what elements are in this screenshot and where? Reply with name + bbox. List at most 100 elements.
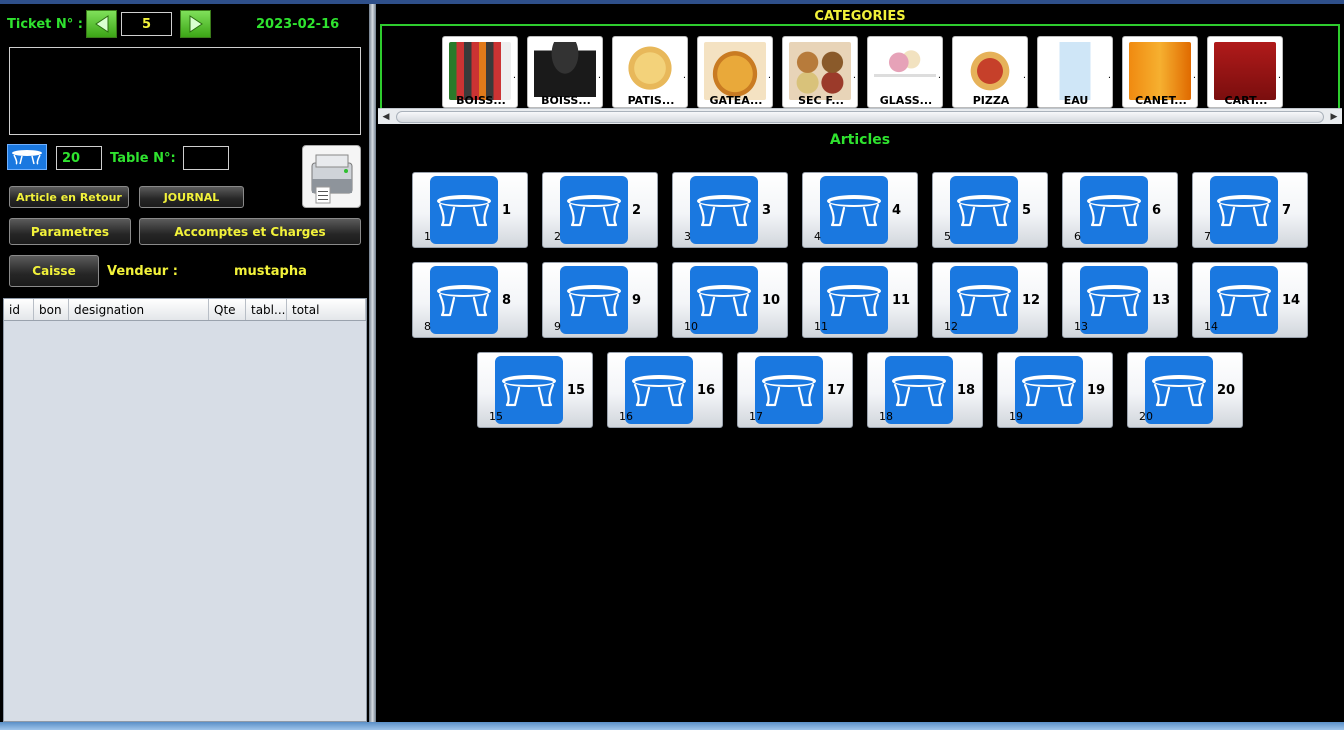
category-label: GATEA... [709,94,763,107]
table-icon [560,176,628,244]
printer-button[interactable] [302,145,361,208]
column-header-id[interactable]: id [4,299,34,320]
parametres-button[interactable]: Parametres [9,218,131,245]
categories-title: CATEGORIES [814,9,906,24]
pie-image [704,42,766,100]
table-number: 2 [632,203,642,218]
accomptes-charges-button[interactable]: Accomptes et Charges [139,218,361,245]
table-id: 17 [749,410,763,423]
table-select-button[interactable] [7,144,47,170]
column-header-bon[interactable]: bon [34,299,69,320]
arrow-right-icon [189,15,203,33]
category-1[interactable]: . BOISS... [442,36,518,108]
table-button-4[interactable]: 44 [802,172,918,248]
table-button-2[interactable]: 22 [542,172,658,248]
table-button-10[interactable]: 10 10 [672,262,788,338]
table-button-18[interactable]: 18 18 [867,352,983,428]
printer-icon [311,154,352,203]
table-button-14[interactable]: 14 14 [1192,262,1308,338]
table-id: 3 [684,230,691,243]
category-2[interactable]: . BOISS... [527,36,603,108]
category-9[interactable]: . CANET... [1122,36,1198,108]
table-id: 5 [944,230,951,243]
table-button-16[interactable]: 16 16 [607,352,723,428]
table-button-13[interactable]: 13 13 [1062,262,1178,338]
table-button-19[interactable]: 19 19 [997,352,1113,428]
category-label: PATIS... [627,94,675,107]
category-dot: . [512,70,516,81]
table-number: 11 [892,293,911,308]
category-4[interactable]: . GATEA... [697,36,773,108]
category-dot: . [1107,70,1111,81]
journal-button[interactable]: JOURNAL [139,186,244,208]
table-icon [1080,266,1148,334]
table-button-15[interactable]: 15 15 [477,352,593,428]
table-button-9[interactable]: 99 [542,262,658,338]
categories-strip: . BOISS.... BOISS.... PATIS.... GATEA.... SEC… [442,36,1283,108]
table-number-field[interactable] [183,146,229,170]
category-3[interactable]: . PATIS... [612,36,688,108]
coffee-cup-image [534,42,596,100]
category-10[interactable]: . CART... [1207,36,1283,108]
table-button-3[interactable]: 33 [672,172,788,248]
ticket-notes-area[interactable] [9,47,361,135]
previous-ticket-button[interactable] [86,10,117,38]
ticket-number-field[interactable]: 5 [121,12,172,36]
table-number: 10 [762,293,781,308]
category-dot: . [682,70,686,81]
table-id: 1 [424,230,431,243]
column-header-total[interactable]: total [287,299,366,320]
vendeur-name: mustapha [234,264,307,279]
table-number: 3 [762,203,772,218]
table-id: 14 [1204,320,1218,333]
category-8[interactable]: . EAU [1037,36,1113,108]
ticket-label: Ticket N° : [7,17,83,32]
table-icon [430,266,498,334]
panel-splitter[interactable] [369,4,376,722]
table-id: 16 [619,410,633,423]
column-header-designation[interactable]: designation [69,299,209,320]
table-button-11[interactable]: 11 11 [802,262,918,338]
scroll-left-icon[interactable]: ◀ [378,109,394,125]
table-number: 4 [892,203,902,218]
scrollbar-thumb[interactable] [396,111,1324,123]
table-id: 19 [1009,410,1023,423]
table-button-20[interactable]: 20 20 [1127,352,1243,428]
table-button-7[interactable]: 77 [1192,172,1308,248]
table-button-12[interactable]: 12 12 [932,262,1048,338]
table-number: 16 [697,383,716,398]
category-5[interactable]: . SEC F... [782,36,858,108]
caisse-button[interactable]: Caisse [9,255,99,287]
article-retour-button[interactable]: Article en Retour [9,186,129,208]
table-number: 12 [1022,293,1041,308]
table-number: 1 [502,203,512,218]
table-button-1[interactable]: 11 [412,172,528,248]
table-id: 9 [554,320,561,333]
order-lines-table[interactable]: id bon designation Qte tabl... total [3,298,367,722]
category-7[interactable]: . PIZZA [952,36,1028,108]
table-button-8[interactable]: 88 [412,262,528,338]
water-bottle-image [1044,42,1106,100]
table-number: 17 [827,383,846,398]
next-ticket-button[interactable] [180,10,211,38]
articles-title: Articles [829,132,891,148]
category-label: BOISS... [456,94,506,107]
table-button-6[interactable]: 66 [1062,172,1178,248]
table-number: 20 [1217,383,1236,398]
category-label: CANET... [1135,94,1187,107]
pizza-image [959,42,1021,100]
table-button-17[interactable]: 17 17 [737,352,853,428]
left-panel: Ticket N° : 5 2023-02-16 20 Table N°: Ar… [0,4,369,722]
category-6[interactable]: . GLASS... [867,36,943,108]
scroll-right-icon[interactable]: ▶ [1326,109,1342,125]
category-dot: . [1277,70,1281,81]
column-header-qte[interactable]: Qte [209,299,246,320]
categories-scrollbar[interactable]: ◀ ▶ [378,108,1342,124]
table-icon [625,356,693,424]
table-button-5[interactable]: 55 [932,172,1048,248]
column-header-table[interactable]: tabl... [246,299,287,320]
table-icon [950,266,1018,334]
table-number: 13 [1152,293,1171,308]
category-label: SEC F... [798,94,844,107]
table-count-field[interactable]: 20 [56,146,102,170]
